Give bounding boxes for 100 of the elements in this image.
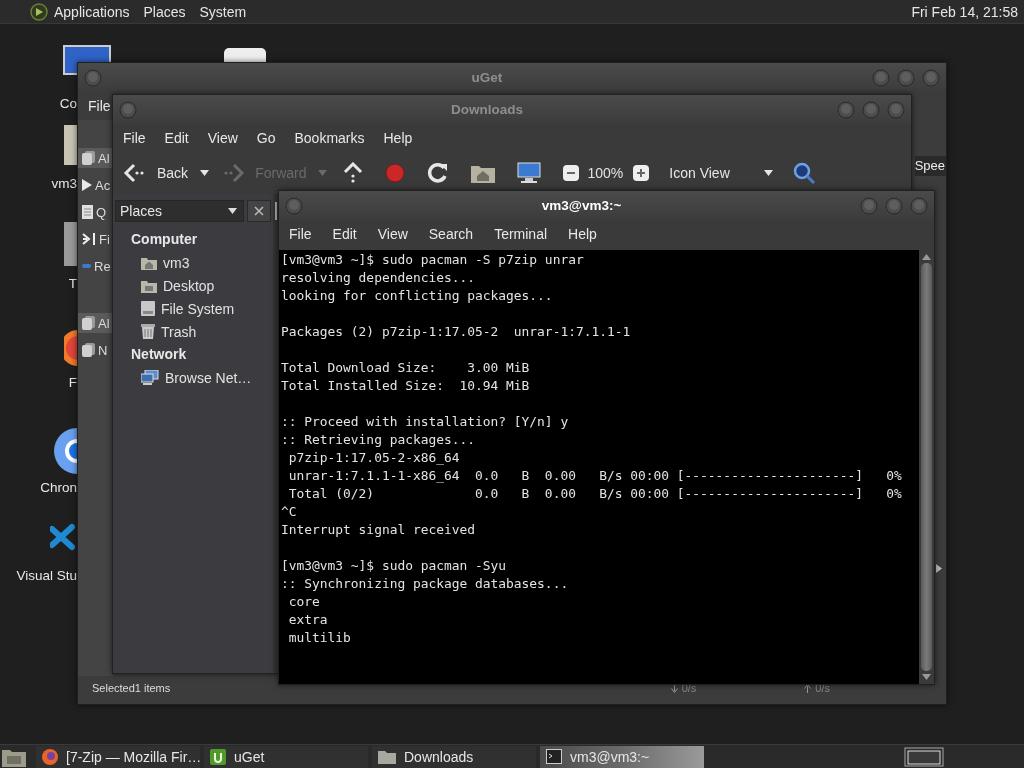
- menu-item[interactable]: Search: [428, 226, 474, 242]
- up-button[interactable]: [343, 162, 364, 184]
- terminal-line: Packages (2) p7zip-1:17.05-2 unrar-1:7.1.1-1: [281, 323, 632, 341]
- menu-item[interactable]: File: [289, 226, 312, 242]
- places-dropdown[interactable]: Places: [115, 200, 244, 222]
- menu-item[interactable]: Go: [256, 130, 276, 146]
- menu-item[interactable]: Edit: [164, 130, 189, 146]
- search-button[interactable]: [793, 162, 816, 184]
- window-button[interactable]: [897, 68, 915, 87]
- scroll-up-icon: [922, 254, 931, 260]
- folder-icon: [378, 749, 396, 764]
- window-button[interactable]: [837, 100, 855, 119]
- window-button[interactable]: [862, 100, 880, 119]
- scroll-arrow-icon: [936, 564, 942, 573]
- terminal-line: multilib: [287, 629, 352, 647]
- sidebar-item[interactable]: N: [78, 340, 112, 360]
- window-button[interactable]: [285, 196, 303, 215]
- stacked-pages-icon: [82, 343, 95, 357]
- zoom-out-button[interactable]: [563, 165, 580, 181]
- terminal-line: p7zip-1:17.05-2-x86_64: [287, 449, 461, 467]
- close-icon: [254, 206, 264, 216]
- sidebar-item[interactable]: Al: [78, 148, 112, 168]
- window-title: uGet: [470, 70, 504, 85]
- menu-item[interactable]: Bookmarks: [294, 130, 365, 146]
- terminal-line: :: Proceed with installation? [Y/n] y: [281, 413, 570, 431]
- terminal-line: looking for conflicting packages...: [281, 287, 554, 305]
- sidebar-item[interactable]: Ac: [78, 175, 112, 195]
- menu-item[interactable]: Terminal: [494, 226, 548, 242]
- home-folder-button[interactable]: [471, 163, 496, 183]
- places-item[interactable]: Desktop: [115, 274, 271, 297]
- home-folder-icon: [141, 255, 157, 270]
- up-arrow-icon: [804, 683, 812, 693]
- window-button[interactable]: [119, 100, 137, 119]
- skip-end-icon: [82, 232, 96, 246]
- panel-menu[interactable]: Applications: [54, 3, 130, 20]
- terminal-line: core: [287, 593, 321, 611]
- section-heading: Network: [130, 345, 188, 364]
- terminal-line: Total Installed Size: 10.94 MiB: [281, 377, 531, 395]
- computer-button[interactable]: [517, 162, 542, 184]
- window-button[interactable]: [872, 68, 890, 87]
- view-dropdown[interactable]: Icon View: [665, 163, 778, 183]
- places-item[interactable]: Browse Net…: [115, 366, 271, 389]
- desktop-folder-icon: [141, 278, 157, 293]
- menu-item[interactable]: View: [207, 130, 238, 146]
- terminal-line: :: Synchronizing package databases...: [281, 575, 570, 593]
- taskbar-button[interactable]: uGet: [204, 745, 368, 768]
- column-header[interactable]: Spee: [914, 156, 946, 176]
- firefox-icon: [64, 330, 78, 366]
- menu-item[interactable]: Help: [383, 130, 413, 146]
- status-text: Selected1 items: [92, 682, 171, 694]
- places-item[interactable]: Trash: [115, 320, 271, 343]
- terminal-line: resolving dependencies...: [281, 269, 477, 287]
- menu-item[interactable]: Edit: [332, 226, 357, 242]
- panel-menu[interactable]: Places: [143, 3, 186, 20]
- close-button[interactable]: [247, 200, 271, 222]
- menu-logo-icon: [30, 2, 48, 21]
- sidebar-item[interactable]: Fi: [78, 229, 112, 249]
- menu-item[interactable]: File: [123, 130, 146, 146]
- taskbar-button[interactable]: Downloads: [372, 745, 536, 768]
- window-button[interactable]: [887, 100, 905, 119]
- stop-button[interactable]: [385, 163, 406, 183]
- window-button[interactable]: [922, 68, 940, 87]
- back-button[interactable]: Back: [121, 161, 191, 185]
- clock: Fri Feb 14, 21:58: [911, 3, 1018, 20]
- workspace-switcher[interactable]: [904, 746, 944, 767]
- window-button[interactable]: [84, 68, 102, 87]
- caret-icon: [318, 170, 328, 176]
- window-button[interactable]: [910, 196, 928, 215]
- reload-button[interactable]: [427, 162, 450, 184]
- icon-label: T: [68, 276, 77, 291]
- zoom-level: 100%: [587, 165, 624, 181]
- terminal-line: Total (0/2) 0.0 B 0.00 B/s 00:00 [----------------------] 0%: [287, 485, 903, 503]
- firefox-icon: [42, 748, 58, 765]
- caret-icon: [764, 170, 774, 176]
- sidebar-item[interactable]: Al: [78, 313, 112, 333]
- terminal-line: Total Download Size: 3.00 MiB: [281, 359, 531, 377]
- caret-icon: [200, 170, 210, 176]
- menu-item[interactable]: Help: [568, 226, 597, 242]
- icon-label: Chron: [40, 480, 77, 495]
- sidebar-item[interactable]: Q: [78, 202, 112, 222]
- icon-label: vm3: [51, 176, 77, 191]
- terminal-line: extra: [287, 611, 329, 629]
- window-button[interactable]: [860, 196, 878, 215]
- taskbar-button[interactable]: vm3@vm3:~: [540, 745, 704, 768]
- terminal-icon: [546, 749, 562, 764]
- scrollbar[interactable]: [919, 250, 934, 684]
- stacked-pages-icon: [82, 316, 95, 330]
- menu-item[interactable]: View: [377, 226, 408, 242]
- places-item[interactable]: File System: [115, 297, 271, 320]
- document-icon: [82, 205, 93, 219]
- terminal-line: ^C: [281, 503, 298, 521]
- window-title: Downloads: [450, 102, 524, 117]
- menu-item[interactable]: File: [88, 98, 111, 114]
- panel-menu[interactable]: System: [199, 3, 247, 20]
- icon-label: Visual Stu: [16, 568, 77, 583]
- window-button[interactable]: [885, 196, 903, 215]
- zoom-in-button[interactable]: [633, 165, 650, 181]
- places-item[interactable]: vm3: [115, 251, 271, 274]
- sidebar-item[interactable]: Re: [78, 256, 112, 276]
- taskbar-button[interactable]: [7-Zip — Mozilla Fir…: [36, 745, 200, 768]
